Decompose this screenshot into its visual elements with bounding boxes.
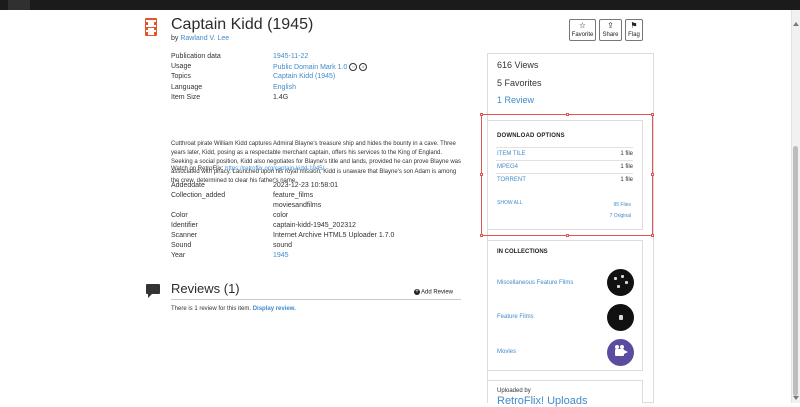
browser-top-bar	[0, 0, 800, 10]
watch-on-label: Watch on RetroFlix:	[171, 166, 224, 172]
movie-film-icon	[145, 18, 157, 36]
views-count: 616 Views	[497, 60, 539, 70]
uploaded-by-label: Uploaded by	[497, 388, 531, 394]
metadata-key: Sound	[171, 242, 192, 249]
item-description: Cutthroat pirate William Kidd captures A…	[171, 141, 461, 184]
add-review-label: Add Review	[421, 289, 454, 296]
selection-handle[interactable]	[566, 113, 569, 116]
scrollbar-thumb[interactable]	[793, 146, 798, 396]
metadata-value: 1.4G	[273, 94, 289, 101]
speech-bubble-icon	[146, 284, 160, 298]
reviews-note: There is 1 review for this item. Display…	[171, 306, 296, 312]
creator-link[interactable]: Rawland V. Lee	[180, 35, 229, 42]
metadata-key: Year	[171, 252, 186, 259]
collection-thumbnail[interactable]	[607, 269, 634, 296]
metadata-value: feature_films	[273, 192, 314, 199]
metadata-value: color	[273, 212, 289, 219]
metadata-key: Usage	[171, 63, 192, 70]
metadata-key: Language	[171, 84, 203, 91]
metadata-value: 2023-12-23 10:58:01	[273, 182, 338, 189]
metadata-value: moviesandfilms	[273, 202, 322, 209]
selection-handle[interactable]	[480, 173, 483, 176]
flag-label: Flag	[628, 32, 640, 38]
byline-label: by	[171, 35, 179, 42]
scroll-down-icon[interactable]	[793, 396, 799, 400]
selection-handle[interactable]	[651, 173, 654, 176]
share-button[interactable]: ⇪ Share	[599, 19, 622, 41]
share-icon: ⇪	[607, 21, 614, 30]
page-scrollbar[interactable]	[791, 10, 800, 403]
selection-handle[interactable]	[566, 234, 569, 237]
metadata-key: Color	[171, 212, 188, 219]
selection-handle[interactable]	[651, 113, 654, 116]
metadata-key: Collection_added	[171, 192, 226, 199]
selection-highlight	[481, 114, 653, 236]
favorite-button[interactable]: ☆ Favorite	[569, 19, 596, 41]
collection-link[interactable]: Feature Films	[497, 314, 534, 320]
usage-value: Public Domain Mark 1.0 ○ c	[273, 63, 368, 71]
collection-link[interactable]: Miscellaneous Feature Films	[497, 280, 573, 286]
selection-handle[interactable]	[480, 234, 483, 237]
metadata-value-link[interactable]: 1945	[273, 252, 289, 259]
selection-handle[interactable]	[480, 113, 483, 116]
watch-on-line: Watch on RetroFlix: https://retroflix.or…	[171, 166, 324, 172]
reviews-divider	[171, 299, 461, 300]
metadata-value: sound	[273, 242, 293, 249]
byline: by Rawland V. Lee	[171, 35, 229, 42]
reviews-note-text: There is 1 review for this item.	[171, 306, 252, 312]
star-icon: ☆	[578, 21, 587, 30]
share-label: Share	[602, 32, 619, 38]
collection-link[interactable]: Movies	[497, 349, 516, 355]
metadata-value-link[interactable]: English	[273, 84, 296, 91]
add-review-button[interactable]: + Add Review	[414, 289, 453, 296]
reviews-heading: Reviews (1)	[171, 281, 240, 296]
metadata-value: captain-kidd-1945_202312	[273, 222, 356, 229]
reviews-count-link[interactable]: 1 Review	[497, 95, 534, 105]
selection-handle[interactable]	[651, 234, 654, 237]
favorites-count: 5 Favorites	[497, 78, 542, 88]
top-bar-tab	[8, 0, 30, 10]
no-copyright-icon: c	[359, 63, 368, 71]
flag-button[interactable]: ⚑ Flag	[625, 19, 643, 41]
movies-collection-icon[interactable]	[607, 339, 634, 366]
metadata-key: Item Size	[171, 94, 201, 101]
display-review-link[interactable]: Display review.	[253, 306, 296, 312]
metadata-key: Topics	[171, 73, 191, 80]
public-domain-icon: ○	[349, 63, 358, 71]
metadata-value: Internet Archive HTML5 Uploader 1.7.0	[273, 232, 395, 239]
plus-icon: +	[414, 289, 420, 295]
page-title: Captain Kidd (1945)	[171, 16, 314, 33]
watch-on-link[interactable]: https://retroflix.org/captain-kidd-1945/	[225, 166, 324, 172]
metadata-key: Identifier	[171, 222, 198, 229]
scroll-up-icon[interactable]	[793, 22, 799, 26]
collections-heading: IN COLLECTIONS	[497, 249, 548, 255]
metadata-value-link[interactable]: Captain Kidd (1945)	[273, 73, 335, 80]
license-link[interactable]: Public Domain Mark 1.0	[273, 64, 347, 71]
metadata-key: Scanner	[171, 232, 198, 239]
uploader-link[interactable]: RetroFlix! Uploads	[497, 395, 587, 407]
flag-icon: ⚑	[630, 21, 638, 30]
metadata-value-link[interactable]: 1945-11-22	[273, 53, 308, 60]
collection-thumbnail[interactable]	[607, 304, 634, 331]
favorite-label: Favorite	[571, 32, 594, 38]
metadata-key: Publication data	[171, 53, 221, 60]
metadata-key: Addeddate	[171, 182, 205, 189]
